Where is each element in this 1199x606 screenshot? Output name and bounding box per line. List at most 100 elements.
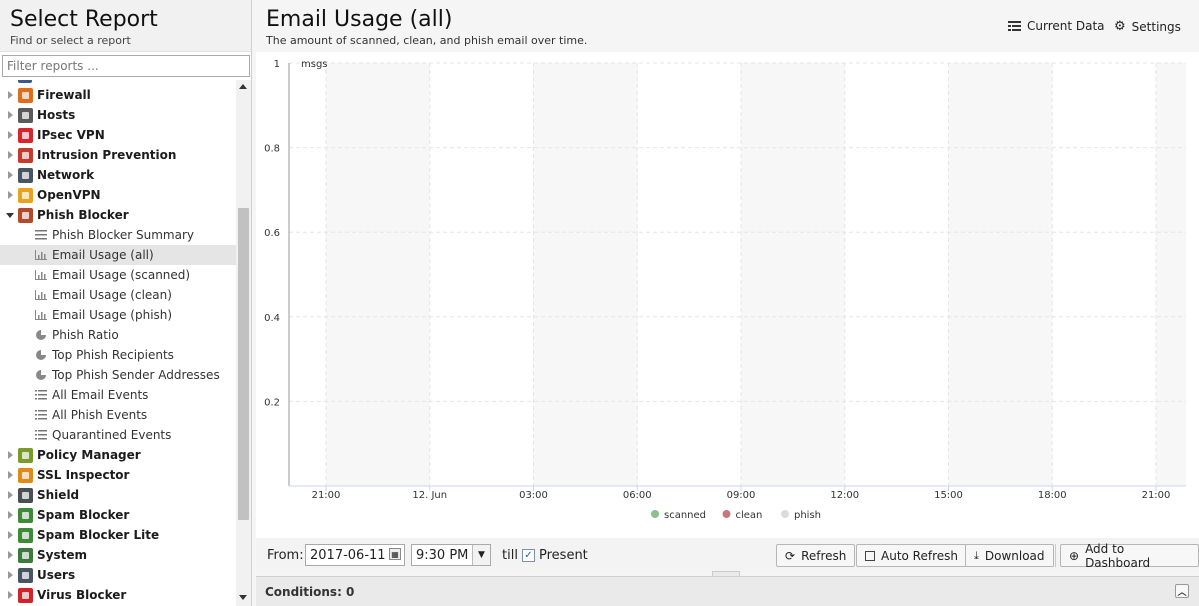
tree-app-ssl-inspector[interactable]: SSL Inspector: [0, 465, 236, 485]
selector-subtitle: Find or select a report: [10, 34, 131, 47]
add-to-dashboard-button[interactable]: ⊕ Add to Dashboard: [1060, 542, 1199, 570]
tree-app-hosts[interactable]: Hosts: [0, 105, 236, 125]
chevron-down-icon[interactable]: ▼: [472, 545, 490, 565]
tree-report-email-usage-scanned[interactable]: Email Usage (scanned): [0, 265, 236, 285]
filter-reports-input[interactable]: [2, 55, 250, 77]
expand-closed-icon[interactable]: [6, 111, 14, 119]
refresh-button[interactable]: ⟳ Refresh: [776, 544, 856, 567]
bar-chart-icon: [34, 309, 47, 321]
tree-app-network[interactable]: Network: [0, 165, 236, 185]
plot-band: [1156, 63, 1186, 486]
report-panel: Email Usage (all) The amount of scanned,…: [256, 0, 1199, 606]
scroll-down-arrow-icon[interactable]: [239, 595, 247, 600]
tree-report-label: Phish Ratio: [52, 328, 119, 342]
from-date-field[interactable]: 2017-06-11 ▦: [305, 544, 405, 566]
present-checkbox[interactable]: ✓: [522, 549, 535, 562]
tree-report-label: Phish Blocker Summary: [52, 228, 194, 242]
tree-app-shield[interactable]: Shield: [0, 485, 236, 505]
tree-report-all-phish-events[interactable]: All Phish Events: [0, 405, 236, 425]
tree-report-all-email-events[interactable]: All Email Events: [0, 385, 236, 405]
x-tick-label: 12. Jun: [412, 490, 447, 501]
y-tick-label: 1: [274, 59, 280, 70]
tree-app-virus-blocker[interactable]: Virus Blocker: [0, 585, 236, 605]
legend-label-scanned: scanned: [664, 510, 706, 521]
tree-report-quarantined-events[interactable]: Quarantined Events: [0, 425, 236, 445]
conditions-label: Conditions: 0: [265, 584, 355, 599]
conditions-bar[interactable]: Conditions: 0 ︿: [256, 576, 1199, 606]
expand-up-icon[interactable]: ︿: [1175, 584, 1189, 598]
legend-label-phish: phish: [794, 510, 821, 521]
expand-open-icon[interactable]: [6, 211, 14, 219]
report-tree: Firewall Hosts IPsec VPN Intrusion Preventi…: [0, 80, 236, 606]
x-tick-label: 15:00: [934, 490, 963, 501]
tree-app-ipsec-vpn[interactable]: IPsec VPN: [0, 125, 236, 145]
tree-app-policy-manager[interactable]: Policy Manager: [0, 445, 236, 465]
x-tick-label: 21:00: [312, 490, 341, 501]
legend-marker-scanned: [651, 510, 659, 518]
tree-report-phish-blocker-summary[interactable]: Phish Blocker Summary: [0, 225, 236, 245]
tree-app-system[interactable]: System: [0, 545, 236, 565]
download-button[interactable]: ⤓ Download: [965, 544, 1054, 567]
calendar-icon[interactable]: ▦: [389, 548, 401, 560]
reports-app: Select Report Find or select a report Fi…: [0, 0, 1199, 606]
expand-closed-icon[interactable]: [6, 511, 14, 519]
tree-app-label: OpenVPN: [37, 188, 101, 202]
openvpn-icon: [18, 187, 33, 203]
expand-closed-icon[interactable]: [6, 151, 14, 159]
tree-app-label: Intrusion Prevention: [37, 148, 177, 162]
tree-app-firewall[interactable]: Firewall: [0, 85, 236, 105]
tree-report-label: Top Phish Recipients: [52, 348, 174, 362]
virus-blocker-icon: [18, 587, 33, 603]
x-tick-label: 21:00: [1142, 490, 1171, 501]
tree-app-label: Shield: [37, 488, 80, 502]
legend-marker-phish: [781, 510, 789, 518]
tree-report-label: All Phish Events: [52, 408, 148, 422]
tree-report-email-usage-clean[interactable]: Email Usage (clean): [0, 285, 236, 305]
selector-header: Select Report Find or select a report: [0, 0, 251, 52]
auto-refresh-button[interactable]: Auto Refresh: [856, 544, 967, 567]
expand-closed-icon[interactable]: [6, 131, 14, 139]
tree-app-users[interactable]: Users: [0, 565, 236, 585]
tree-report-label: Email Usage (clean): [52, 288, 172, 302]
tree-report-email-usage-phish[interactable]: Email Usage (phish): [0, 305, 236, 325]
hosts-icon: [18, 107, 33, 123]
x-tick-label: 03:00: [519, 490, 548, 501]
expand-closed-icon[interactable]: [6, 91, 14, 99]
tree-app-spam-blocker-lite[interactable]: Spam Blocker Lite: [0, 525, 236, 545]
tree-app-phish-blocker[interactable]: Phish Blocker: [0, 205, 236, 225]
x-tick-label: 12:00: [830, 490, 859, 501]
spam-blocker-lite-icon: [18, 527, 33, 543]
scroll-up-arrow-icon[interactable]: [239, 84, 247, 89]
settings-button[interactable]: ⚙ Settings: [1114, 19, 1181, 34]
expand-closed-icon[interactable]: [6, 451, 14, 459]
tree-report-phish-ratio[interactable]: Phish Ratio: [0, 325, 236, 345]
tree-report-email-usage-all[interactable]: Email Usage (all): [0, 245, 236, 265]
tree-app-openvpn[interactable]: OpenVPN: [0, 185, 236, 205]
expand-closed-icon[interactable]: [6, 551, 14, 559]
tree-scrollbar[interactable]: [236, 80, 251, 606]
expand-closed-icon[interactable]: [6, 191, 14, 199]
expand-closed-icon[interactable]: [6, 171, 14, 179]
tree-report-top-phish-sender-addresses[interactable]: Top Phish Sender Addresses: [0, 365, 236, 385]
expand-closed-icon[interactable]: [6, 591, 14, 599]
tree-report-top-phish-recipients[interactable]: Top Phish Recipients: [0, 345, 236, 365]
y-tick-label: 0.6: [264, 228, 280, 239]
y-tick-label: 0.4: [264, 313, 280, 324]
report-header: Email Usage (all) The amount of scanned,…: [256, 0, 1199, 52]
plot-band: [326, 63, 430, 486]
selector-title: Select Report: [10, 7, 158, 32]
present-label: Present: [539, 547, 588, 563]
expand-closed-icon[interactable]: [6, 491, 14, 499]
tree-app-label: Phish Blocker: [37, 208, 129, 222]
tree-report-label: Email Usage (phish): [52, 308, 173, 322]
expand-closed-icon[interactable]: [6, 471, 14, 479]
expand-closed-icon[interactable]: [6, 571, 14, 579]
network-icon: [18, 167, 33, 183]
expand-closed-icon[interactable]: [6, 531, 14, 539]
from-time-select[interactable]: 9:30 PM ▼: [411, 544, 491, 566]
tree-app-spam-blocker[interactable]: Spam Blocker: [0, 505, 236, 525]
scrollbar-thumb[interactable]: [238, 208, 249, 520]
tree-app-intrusion-prevention[interactable]: Intrusion Prevention: [0, 145, 236, 165]
current-data-button[interactable]: Current Data: [1008, 19, 1105, 33]
from-date-value: 2017-06-11: [310, 547, 386, 563]
